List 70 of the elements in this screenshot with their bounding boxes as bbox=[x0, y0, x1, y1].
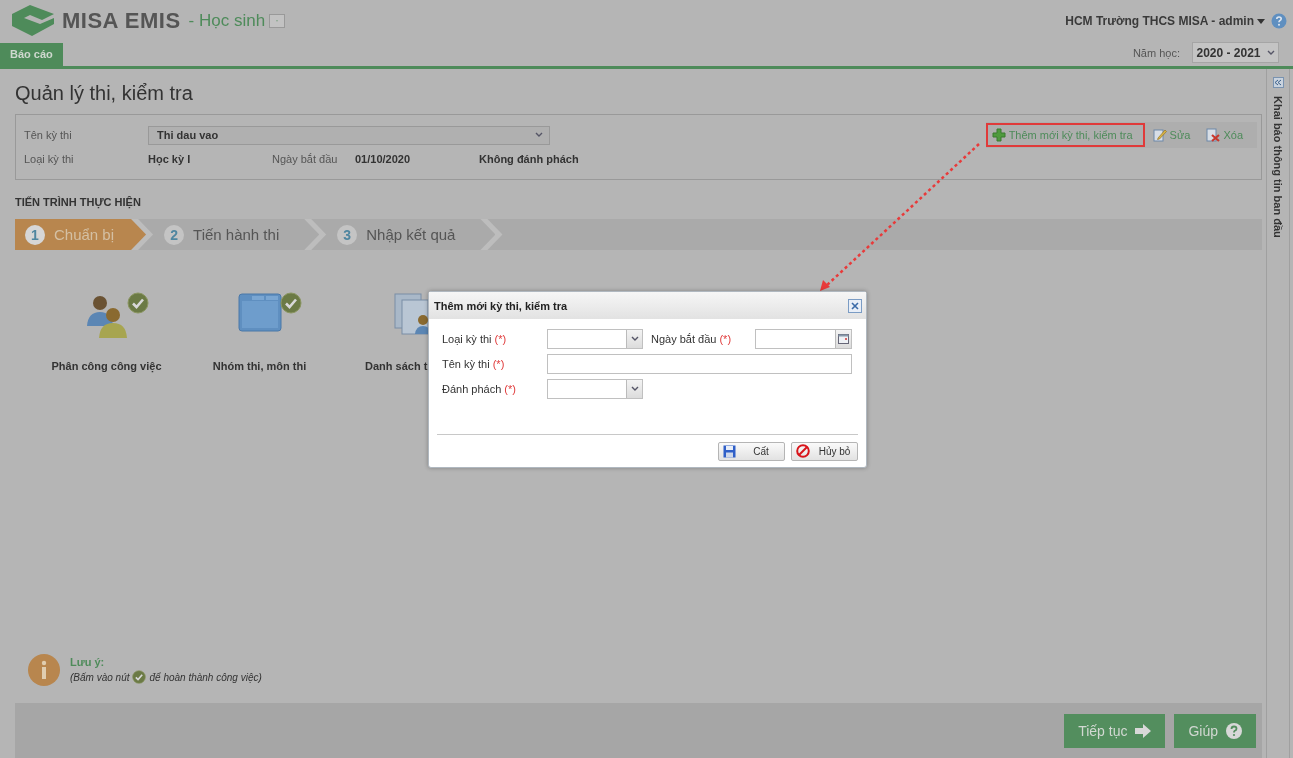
help-icon[interactable] bbox=[1271, 13, 1287, 29]
save-button[interactable]: Cất bbox=[718, 441, 785, 461]
module-name: - Học sinh bbox=[188, 11, 266, 31]
required-mark: (*) bbox=[504, 383, 516, 395]
step-number: 3 bbox=[337, 224, 358, 245]
field-label: Ngày bắt đầu bbox=[272, 153, 339, 165]
note-text: (Bấm vào nút bbox=[70, 671, 130, 683]
field-label: Tên kỳ thi bbox=[442, 358, 490, 370]
task-label[interactable]: Danh sách t bbox=[365, 360, 428, 372]
section-title: TIẾN TRÌNH THỰC HIỆN bbox=[15, 196, 142, 208]
chevron-down-icon bbox=[630, 386, 639, 392]
combo-box[interactable] bbox=[547, 329, 643, 349]
user-menu[interactable]: HCM Trường THCS MISA - admin bbox=[1065, 14, 1265, 28]
step-tab[interactable]: 1 Chuẩn bị bbox=[15, 219, 147, 250]
required-mark: (*) bbox=[494, 333, 507, 345]
side-panel-title: Khai báo thông tin ban đầu bbox=[1272, 96, 1284, 238]
info-icon bbox=[28, 654, 60, 686]
field-value: 01/10/2020 bbox=[355, 153, 412, 165]
page-title: Quản lý thi, kiểm tra bbox=[15, 81, 194, 105]
step-number: 1 bbox=[25, 224, 45, 245]
field-label: Tên kỳ thi bbox=[24, 129, 73, 141]
dialog-title: Thêm mới kỳ thi, kiểm tra bbox=[434, 299, 568, 312]
help-button[interactable]: Giúp bbox=[1174, 713, 1256, 748]
combo-box[interactable] bbox=[547, 379, 643, 399]
next-button[interactable]: Tiếp tục bbox=[1064, 713, 1166, 748]
exam-select[interactable]: Thi dau vao bbox=[148, 125, 550, 145]
tab[interactable]: Báo cáo bbox=[0, 43, 63, 66]
window-icon bbox=[237, 292, 282, 332]
cancel-button[interactable]: Hủy bỏ bbox=[791, 441, 858, 461]
expand-button[interactable] bbox=[1272, 77, 1284, 88]
required-mark: (*) bbox=[492, 358, 505, 370]
field-label: Ngày bắt đầu bbox=[651, 333, 717, 345]
check-icon bbox=[132, 670, 147, 684]
field-label: Loại kỳ thi bbox=[24, 153, 75, 165]
field-value: Không đánh phách bbox=[479, 153, 580, 165]
field-value: Học kỳ I bbox=[148, 153, 192, 165]
edit-button[interactable]: Sửa bbox=[1144, 123, 1199, 147]
chevron-down-icon bbox=[535, 132, 543, 138]
double-chevron-icon bbox=[1274, 79, 1282, 86]
plus-icon bbox=[991, 128, 1006, 142]
step-tab[interactable]: 3 Nhập kết quả bbox=[311, 219, 496, 250]
field-label: Loại kỳ thi bbox=[442, 333, 492, 345]
calendar-icon bbox=[838, 334, 849, 344]
required-mark: (*) bbox=[719, 333, 732, 345]
field-label: Đánh phách bbox=[442, 383, 502, 395]
delete-icon bbox=[1206, 128, 1221, 142]
date-field[interactable] bbox=[755, 329, 852, 349]
text-field[interactable] bbox=[547, 354, 852, 374]
chevron-down-icon bbox=[630, 336, 639, 342]
close-button[interactable] bbox=[848, 298, 862, 313]
school-year-select[interactable]: 2020 - 2021 bbox=[1192, 42, 1279, 63]
logo-icon bbox=[10, 4, 56, 38]
note-title: Lưu ý: bbox=[70, 656, 106, 668]
help-icon bbox=[1226, 722, 1242, 739]
task-label[interactable]: Phân công công việc bbox=[51, 360, 162, 372]
add-button[interactable]: Thêm mới kỳ thi, kiểm tra bbox=[985, 123, 1145, 147]
module-dropdown[interactable] bbox=[269, 14, 286, 28]
delete-button[interactable]: Xóa bbox=[1198, 123, 1251, 147]
edit-icon bbox=[1152, 128, 1167, 142]
note-text: để hoàn thành công việc) bbox=[149, 671, 262, 683]
arrow-right-icon bbox=[1135, 723, 1152, 738]
step-tab[interactable]: 2 Tiến hành thi bbox=[138, 219, 320, 250]
task-label[interactable]: Nhóm thi, môn thi bbox=[212, 360, 307, 372]
chevron-down-icon bbox=[1266, 49, 1275, 56]
step-number: 2 bbox=[164, 224, 185, 245]
school-year-label: Năm học: bbox=[1132, 46, 1180, 59]
cancel-icon bbox=[796, 444, 810, 458]
logo-text: MISA EMIS bbox=[62, 8, 181, 34]
save-icon bbox=[723, 444, 736, 458]
close-icon bbox=[851, 301, 859, 310]
